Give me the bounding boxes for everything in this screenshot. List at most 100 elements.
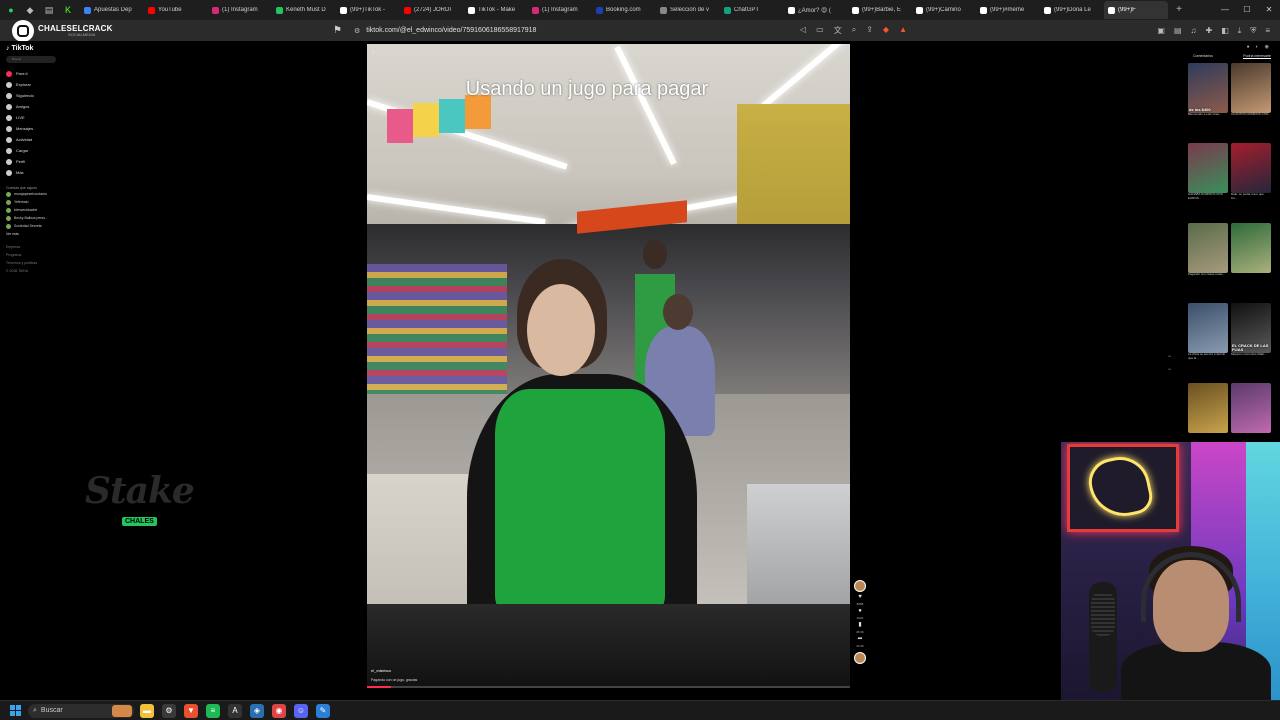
followed-account[interactable]: morajapesehondamo	[6, 190, 70, 198]
tab-comments[interactable]: Comentarios	[1193, 54, 1213, 59]
browser-tab[interactable]: (99+)Dona Le	[1040, 1, 1104, 19]
browser-tab[interactable]: (99+)#meme	[976, 1, 1040, 19]
armoury-icon[interactable]: A	[228, 703, 242, 718]
download-icon[interactable]: ⤓	[1238, 26, 1242, 36]
video-menu-icon[interactable]: ◂	[371, 48, 375, 56]
action-icon[interactable]: ▮	[858, 622, 861, 629]
alert-icon[interactable]: ▲	[899, 25, 907, 36]
sidebar-nav-item[interactable]: Siguiendo	[6, 90, 70, 101]
sidebar-nav-item[interactable]: Cargar	[6, 145, 70, 156]
spotify-icon[interactable]: ≡	[206, 703, 220, 718]
followed-account[interactable]: Sociedad Secreta	[6, 222, 70, 230]
more-icon[interactable]: ◐	[1256, 44, 1259, 50]
puzzle-icon[interactable]: ✚	[1206, 26, 1213, 36]
video-player[interactable]: ◂ Usando un jugo para pagar el_edwinco P…	[367, 44, 850, 688]
browser-tab[interactable]: Booking.com	[592, 1, 656, 19]
browser-tab[interactable]: Apuestas Dep	[80, 1, 144, 19]
minimize-button[interactable]: —	[1214, 0, 1236, 20]
address-bar[interactable]: ⚙ tiktok.com/@el_edwinco/video/759160618…	[350, 23, 780, 38]
browser-tab[interactable]: (1) Instagram	[208, 1, 272, 19]
menu-icon[interactable]: ≡	[1265, 26, 1270, 36]
sidebar-nav-item[interactable]: Para ti	[6, 68, 70, 79]
settings-icon[interactable]: ⚙	[162, 703, 176, 718]
music-disc-icon[interactable]	[854, 652, 866, 664]
browser-tab[interactable]: (2724) JORDI	[400, 1, 464, 19]
followed-account[interactable]: bienvenidowiet	[6, 206, 70, 214]
suggested-video[interactable]: de los $400 Bienvenido a este Gran...	[1188, 63, 1228, 141]
vscode-icon[interactable]: ✎	[316, 703, 330, 718]
action-icon[interactable]: ●	[858, 608, 862, 615]
sidebar-search-input[interactable]: Buscar	[6, 56, 56, 63]
kick-icon[interactable]: K	[60, 2, 76, 18]
browser-tab[interactable]: (99+)F	[1104, 1, 1168, 19]
site-info-icon[interactable]: ⚙	[354, 27, 360, 35]
browser-tab[interactable]: (99+)Barbie, E	[848, 1, 912, 19]
suggested-video[interactable]: La chica se acercó a decirle que la...	[1188, 303, 1228, 381]
chrome-icon[interactable]: ◉	[272, 703, 286, 718]
tiktok-logo[interactable]: ♪ TikTok	[6, 45, 70, 52]
browser-tab[interactable]: (99+)Camino	[912, 1, 976, 19]
wallet-icon[interactable]: ▣	[1157, 26, 1165, 36]
media-icon[interactable]: ◁	[800, 25, 806, 36]
browser-tab[interactable]: TikTok - Make	[464, 1, 528, 19]
brave-icon[interactable]: ▼	[184, 703, 198, 718]
browser-tab[interactable]: (99+)TikTok -	[336, 1, 400, 19]
suggested-video[interactable]: Pagando con casas rosas...	[1188, 223, 1228, 301]
sidebar-nav-item[interactable]: Más	[6, 167, 70, 178]
translate-icon[interactable]: 文	[834, 25, 842, 36]
discord-icon[interactable]: ☺	[294, 703, 308, 718]
new-tab-button[interactable]: +	[1172, 3, 1186, 17]
suggested-video[interactable]	[1231, 223, 1271, 301]
action-icon[interactable]: ➦	[857, 636, 862, 643]
footer-link[interactable]: Empresa	[6, 244, 70, 251]
followed-account[interactable]: Yefersalo	[6, 198, 70, 206]
reward-icon[interactable]: ◆	[883, 25, 889, 36]
reader-icon[interactable]: ▤	[1174, 26, 1182, 36]
screenshot-icon[interactable]: ▭	[816, 25, 824, 36]
vpn-icon[interactable]: ⛨	[1250, 26, 1256, 36]
suggested-video[interactable]: Dale, se podía creer que los...	[1231, 143, 1271, 221]
sidebar-icon[interactable]: ◧	[1221, 26, 1229, 36]
workspace-icon[interactable]: ▤	[41, 2, 57, 18]
sidebar-nav-item[interactable]: LIVE	[6, 112, 70, 123]
suggested-video[interactable]: EL CRACK DE LAS FIJAS Mejores momentos Ma…	[1231, 303, 1271, 381]
file-explorer-icon[interactable]: ▬	[140, 703, 154, 718]
start-button[interactable]	[10, 704, 22, 717]
whatsapp-icon[interactable]: ●	[3, 2, 19, 18]
sidebar-nav-item[interactable]: Mensajes	[6, 123, 70, 134]
extension-icon[interactable]: ◆	[22, 2, 38, 18]
browser-tab[interactable]: ChatGPT	[720, 1, 784, 19]
dots-icon[interactable]: ●	[1247, 44, 1250, 50]
browser-tab[interactable]: ¿Amor? 😍 (	[784, 1, 848, 19]
bookmark-icon[interactable]: ⚑	[333, 25, 342, 36]
followed-account[interactable]: Becky Balboa perso..	[6, 214, 70, 222]
browser-tab[interactable]: (1) Instagram	[528, 1, 592, 19]
browser-tab[interactable]: YouTube	[144, 1, 208, 19]
author-avatar[interactable]	[854, 580, 866, 592]
sidebar-nav-item[interactable]: Explorar	[6, 79, 70, 90]
footer-link[interactable]: © 2026 TikTok	[6, 268, 70, 275]
scroll-up-icon[interactable]: ⌃	[1167, 354, 1172, 364]
sidebar-nav-item[interactable]: Amigos	[6, 101, 70, 112]
suggested-video[interactable]: GANABA DOMINOS DOS EUROS...	[1188, 143, 1228, 221]
music-icon[interactable]: ♫	[1191, 26, 1197, 36]
network-icon[interactable]: ◈	[250, 703, 264, 718]
action-icon[interactable]: ♥	[858, 594, 862, 601]
taskbar-search[interactable]: ⌕ Buscar	[28, 703, 134, 718]
see-more-link[interactable]: Ver más	[6, 232, 70, 236]
video-progress-bar[interactable]	[367, 686, 850, 688]
browser-tab[interactable]: Selección de v	[656, 1, 720, 19]
maximize-button[interactable]: ☐	[1236, 0, 1258, 20]
close-window-button[interactable]: ✕	[1258, 0, 1280, 20]
footer-link[interactable]: Programa	[6, 252, 70, 259]
browser-tab[interactable]: Keneth Must D	[272, 1, 336, 19]
settings-icon[interactable]: ◉	[1265, 44, 1269, 50]
zoom-icon[interactable]: ⌕	[852, 25, 856, 36]
suggested-video[interactable]: CUANTOS DOMINOS CON...	[1231, 63, 1271, 141]
sidebar-nav-item[interactable]: Actividad	[6, 134, 70, 145]
tab-suggested[interactable]: Podría interesarte	[1243, 54, 1271, 59]
sidebar-nav-item[interactable]: Perfil	[6, 156, 70, 167]
video-author[interactable]: el_edwinco	[371, 668, 391, 673]
share-icon[interactable]: ⇪	[866, 25, 873, 36]
footer-link[interactable]: Términos y políticas	[6, 260, 70, 267]
